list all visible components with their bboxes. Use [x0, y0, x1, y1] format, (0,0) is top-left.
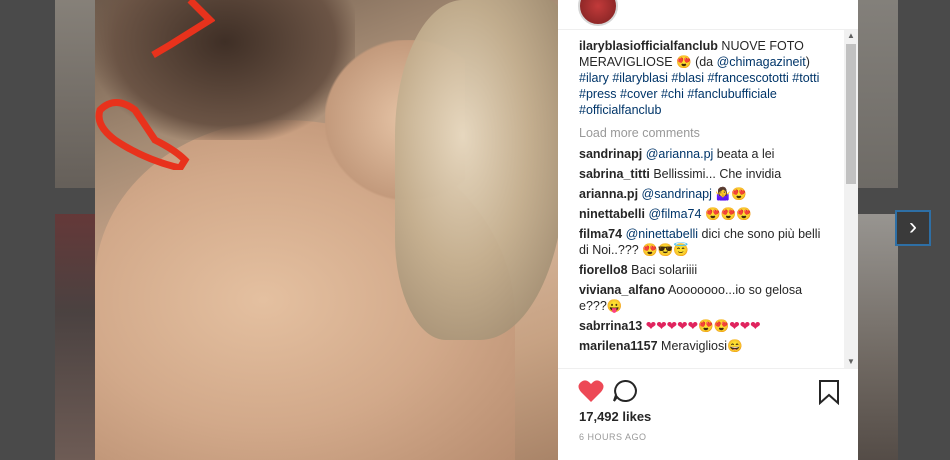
- post-actions: 17,492 likes 6 HOURS AGO: [558, 368, 858, 460]
- caption-username[interactable]: ilaryblasiofficialfanclub: [579, 39, 718, 53]
- comment-emoji: ❤❤❤❤❤😍😍❤❤❤: [645, 319, 761, 333]
- comment-item: marilena1157 Meravigliosi😄: [579, 338, 824, 354]
- caption-emoji: 😍: [676, 55, 692, 69]
- background-thumbnail: [858, 214, 898, 460]
- comment-emoji: 😍😍😍: [704, 207, 752, 221]
- comments-scrollbar[interactable]: ▲ ▼: [844, 30, 858, 368]
- comment-username[interactable]: ninettabelli: [579, 207, 645, 221]
- comment-item: sabrina_titti Bellissimi... Che invidia: [579, 166, 824, 182]
- caption-credit-close: ): [805, 55, 810, 69]
- post-header: [558, 0, 858, 30]
- like-count[interactable]: 17,492 likes: [579, 409, 651, 424]
- comment-username[interactable]: filma74: [579, 227, 622, 241]
- comment-item: sandrinapj @arianna.pj beata a lei: [579, 146, 824, 162]
- comment-text: Bellissimi... Che invidia: [653, 167, 782, 181]
- comment-icon[interactable]: [612, 379, 638, 403]
- post-caption: ilaryblasiofficialfanclub NUOVE FOTO MER…: [579, 38, 829, 118]
- comment-mention[interactable]: @arianna.pj: [646, 147, 714, 161]
- comment-item: filma74 @ninettabelli dici che sono più …: [579, 226, 824, 258]
- comment-username[interactable]: viviana_alfano: [579, 283, 665, 297]
- background-thumbnail: [55, 214, 95, 460]
- chevron-right-icon[interactable]: ›: [895, 210, 931, 246]
- comment-text: Meravigliosi: [661, 339, 728, 353]
- comment-emoji: 😛: [606, 299, 623, 313]
- post-timestamp[interactable]: 6 HOURS AGO: [579, 432, 647, 442]
- comment-text: beata a lei: [713, 147, 775, 161]
- avatar[interactable]: [578, 0, 618, 26]
- photo-region: [395, 0, 558, 340]
- comment-item: fiorello8 Baci solariiii: [579, 262, 824, 278]
- caption-credit-open: (da: [691, 55, 717, 69]
- caption-credit-tag[interactable]: @chimagazineit: [717, 55, 806, 69]
- comment-panel: ilaryblasiofficialfanclub NUOVE FOTO MER…: [558, 0, 858, 460]
- load-more-comments-link[interactable]: Load more comments: [579, 126, 844, 140]
- comment-emoji: 🤷‍♀️😍: [715, 187, 747, 201]
- comment-username[interactable]: marilena1157: [579, 339, 658, 353]
- scroll-thumb[interactable]: [846, 44, 856, 184]
- sunglasses-graphic: [95, 0, 215, 170]
- comment-username[interactable]: sabrina_titti: [579, 167, 650, 181]
- comment-mention[interactable]: @sandrinapj: [642, 187, 712, 201]
- comment-item: sabrrina13 ❤❤❤❤❤😍😍❤❤❤: [579, 318, 824, 334]
- comment-emoji: 😄: [727, 339, 743, 353]
- caption-hashtags[interactable]: #ilary #ilaryblasi #blasi #francescotott…: [579, 71, 819, 117]
- background-thumbnail: [858, 0, 898, 188]
- comment-list[interactable]: ilaryblasiofficialfanclub NUOVE FOTO MER…: [558, 30, 844, 368]
- heart-icon[interactable]: [578, 379, 604, 403]
- comment-item: ninettabelli @filma74 😍😍😍: [579, 206, 824, 222]
- bookmark-icon[interactable]: [818, 379, 840, 405]
- comment-username[interactable]: fiorello8: [579, 263, 628, 277]
- comment-mention[interactable]: @filma74: [648, 207, 701, 221]
- scroll-up-arrow-icon[interactable]: ▲: [844, 30, 858, 42]
- comment-item: arianna.pj @sandrinapj 🤷‍♀️😍: [579, 186, 824, 202]
- comment-username[interactable]: sandrinapj: [579, 147, 642, 161]
- comment-text: Baci solariiii: [631, 263, 698, 277]
- comment-emoji: 😍😎😇: [642, 243, 689, 257]
- comment-mention[interactable]: @ninettabelli: [626, 227, 698, 241]
- comment-item: viviana_alfano Aooooooo...io so gelosa e…: [579, 282, 824, 314]
- scroll-down-arrow-icon[interactable]: ▼: [844, 356, 858, 368]
- background-thumbnail: [55, 0, 95, 188]
- comment-username[interactable]: arianna.pj: [579, 187, 638, 201]
- comment-username[interactable]: sabrrina13: [579, 319, 642, 333]
